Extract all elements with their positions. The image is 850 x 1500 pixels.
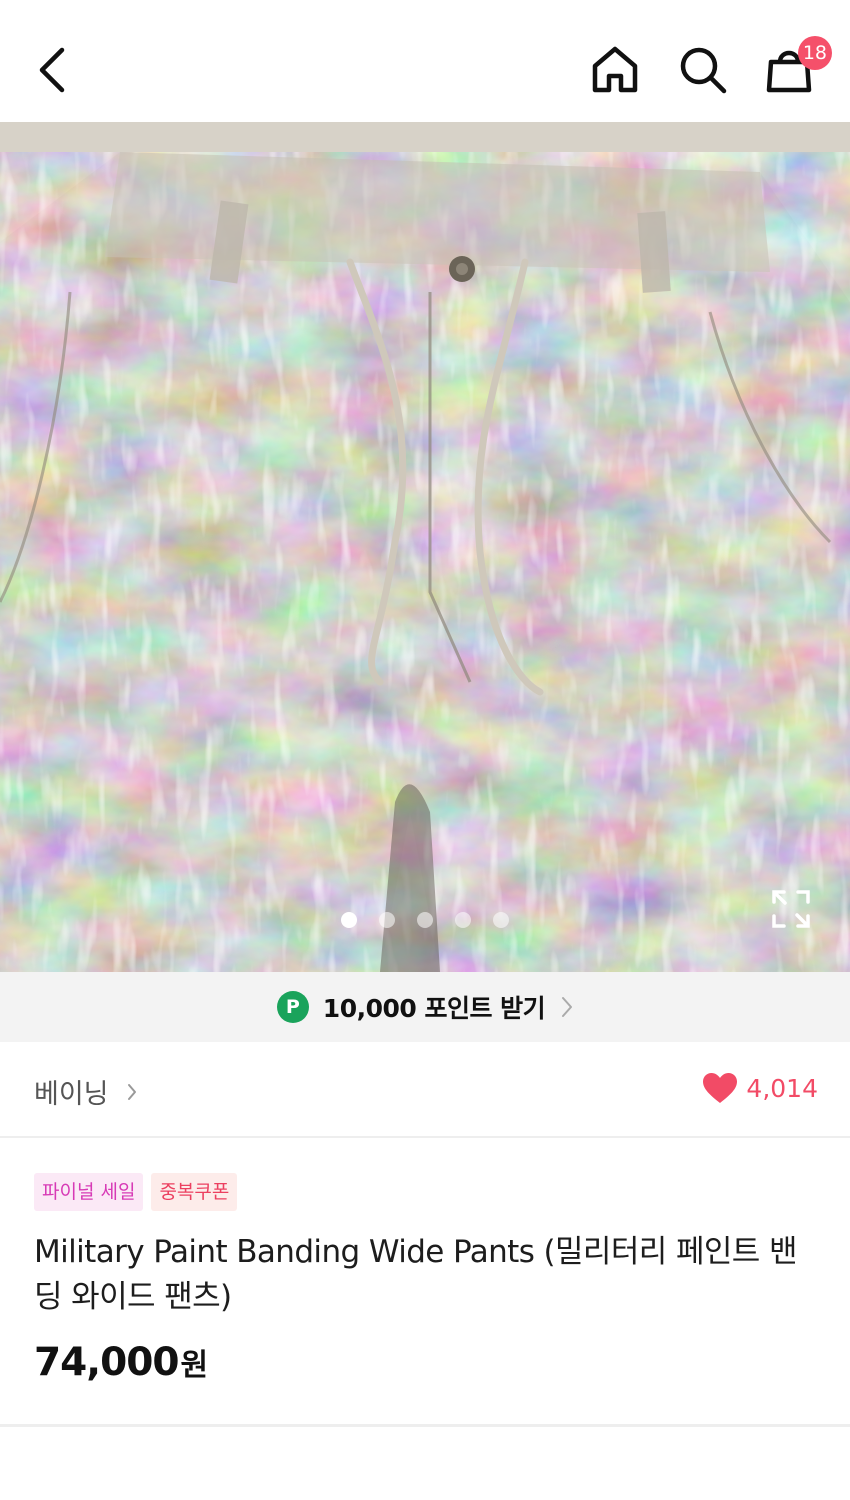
tag-duplicate-coupon: 중복쿠폰 (151, 1173, 238, 1211)
chevron-left-icon (39, 47, 65, 93)
tag-final-sale: 파이널 세일 (34, 1173, 144, 1211)
back-button[interactable] (22, 36, 82, 104)
pagination-dot[interactable] (493, 912, 509, 928)
pagination-dot[interactable] (455, 912, 471, 928)
home-icon (592, 46, 638, 93)
points-banner[interactable]: P 10,000 포인트 받기 (0, 972, 850, 1042)
price-amount: 74,000 (34, 1340, 179, 1385)
pagination-dot-active[interactable] (341, 912, 357, 928)
chevron-right-icon (127, 1083, 136, 1100)
chevron-right-icon (562, 997, 573, 1017)
search-icon (680, 47, 727, 94)
like-count: 4,014 (746, 1073, 818, 1103)
brand-name: 베이닝 (34, 1079, 109, 1110)
pagination-dot[interactable] (379, 912, 395, 928)
expand-icon (772, 890, 810, 928)
heart-icon (703, 1073, 738, 1103)
section-divider (0, 1424, 850, 1427)
cart-button[interactable]: 18 (758, 36, 832, 104)
product-title: Military Paint Banding Wide Pants (밀리터리 … (34, 1234, 797, 1315)
search-button[interactable] (672, 36, 734, 104)
points-text: 10,000 포인트 받기 (322, 994, 546, 1023)
like-button[interactable]: 4,014 (702, 1072, 818, 1104)
home-button[interactable] (584, 36, 646, 104)
product-price: 74,000 원 (34, 1340, 208, 1385)
top-navigation-bar: 18 (0, 0, 850, 122)
product-image-gallery[interactable] (0, 122, 850, 972)
pagination-dot[interactable] (417, 912, 433, 928)
product-tags: 파이널 세일 중복쿠폰 (34, 1173, 238, 1211)
brand-row: 베이닝 4,014 (0, 1042, 850, 1138)
brand-link[interactable]: 베이닝 (34, 1072, 137, 1111)
expand-image-button[interactable] (768, 886, 814, 932)
gallery-pagination (0, 912, 850, 932)
price-unit: 원 (180, 1348, 209, 1383)
cart-count-badge: 18 (797, 36, 832, 70)
points-badge: P (276, 991, 309, 1023)
product-photo (0, 122, 850, 972)
